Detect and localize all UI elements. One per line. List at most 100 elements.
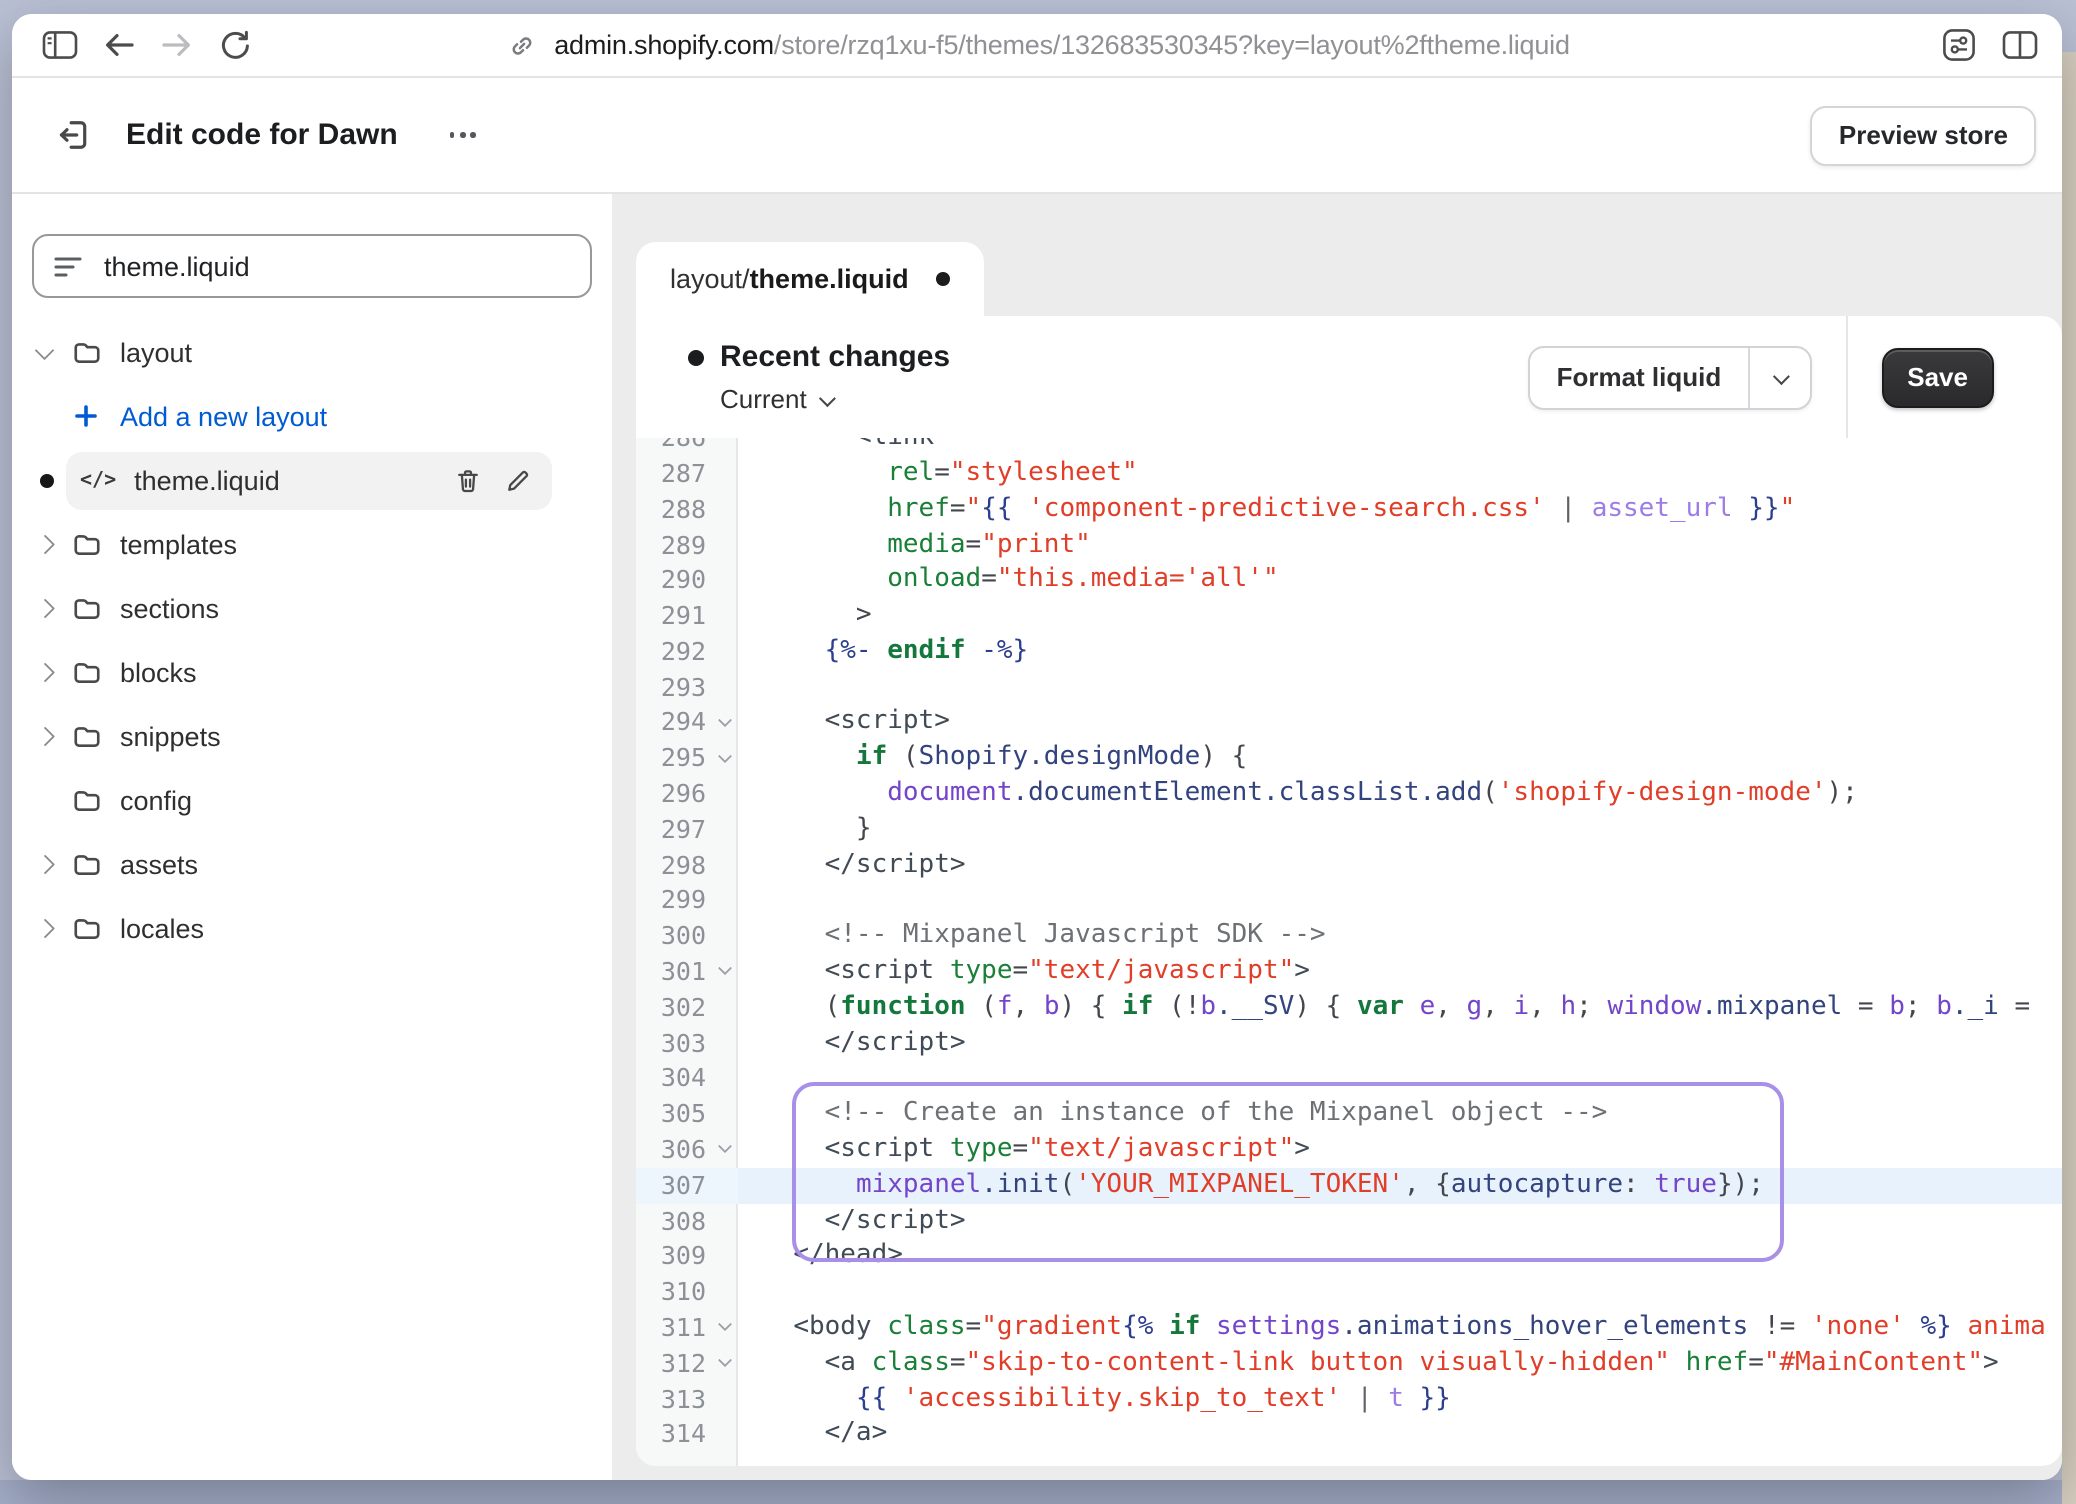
line-number: 301 xyxy=(636,954,710,990)
sidebar-item-theme-liquid[interactable]: </> theme.liquid xyxy=(12,448,612,512)
chevron-right-icon[interactable] xyxy=(32,602,56,615)
code-line[interactable]: 314 </a> xyxy=(636,1417,2062,1453)
code-text: <!-- Create an instance of the Mixpanel … xyxy=(738,1097,2062,1133)
sidebar-item-templates[interactable]: templates xyxy=(12,512,612,576)
sidebar-item-locales[interactable]: locales xyxy=(12,896,612,960)
sidebar-item-layout[interactable]: layout xyxy=(12,320,612,384)
code-line[interactable]: 296 document.documentElement.classList.a… xyxy=(636,776,2062,812)
chevron-down-icon xyxy=(820,389,837,406)
preview-store-button[interactable]: Preview store xyxy=(1811,105,2036,165)
code-line[interactable]: 287 rel="stylesheet" xyxy=(636,456,2062,492)
sidebar-item-assets[interactable]: assets xyxy=(12,832,612,896)
back-icon[interactable] xyxy=(100,27,136,63)
chevron-right-icon[interactable] xyxy=(32,538,56,551)
delete-file-icon[interactable] xyxy=(454,465,482,495)
gutter: 311 xyxy=(636,1310,738,1346)
code-line[interactable]: 290 onload="this.media='all'" xyxy=(636,563,2062,599)
line-number: 302 xyxy=(636,990,710,1026)
code-line[interactable]: 292 {%- endif -%} xyxy=(636,634,2062,670)
code-line[interactable]: 294 <script> xyxy=(636,705,2062,741)
code-text: {%- endif -%} xyxy=(738,634,2062,670)
code-text: </script> xyxy=(738,1025,2062,1061)
code-line[interactable]: 306 <script type="text/javascript"> xyxy=(636,1132,2062,1168)
code-line[interactable]: 307 mixpanel.init('YOUR_MIXPANEL_TOKEN',… xyxy=(636,1168,2062,1204)
fold-toggle-icon[interactable] xyxy=(710,1132,738,1168)
code-text: <script type="text/javascript"> xyxy=(738,954,2062,990)
version-dropdown[interactable]: Current xyxy=(720,384,950,414)
line-number: 288 xyxy=(636,491,710,527)
app-header: Edit code for Dawn Preview store xyxy=(12,78,2062,194)
sidebar-item-config[interactable]: config xyxy=(12,768,612,832)
folder-icon xyxy=(70,785,102,815)
reload-icon[interactable] xyxy=(216,27,252,63)
line-number: 310 xyxy=(636,1274,710,1310)
tab-theme-liquid[interactable]: layout/theme.liquid xyxy=(636,242,985,316)
sidebar-item-blocks[interactable]: blocks xyxy=(12,640,612,704)
chevron-right-icon[interactable] xyxy=(32,666,56,679)
code-line[interactable]: 293 xyxy=(636,669,2062,705)
code-text: </head> xyxy=(738,1239,2062,1275)
code-line[interactable]: 309 </head> xyxy=(636,1239,2062,1275)
sidebar-item-snippets[interactable]: snippets xyxy=(12,704,612,768)
fold-toggle-icon[interactable] xyxy=(710,705,738,741)
code-editor[interactable]: 286 <link287 rel="stylesheet"288 href="{… xyxy=(636,438,2062,1466)
file-search-box[interactable] xyxy=(32,234,592,298)
format-liquid-button[interactable]: Format liquid xyxy=(1529,345,1812,409)
folder-icon xyxy=(70,849,102,879)
extensions-icon[interactable] xyxy=(1940,27,1976,63)
code-line[interactable]: 288 href="{{ 'component-predictive-searc… xyxy=(636,491,2062,527)
code-line[interactable]: 312 <a class="skip-to-content-link butto… xyxy=(636,1346,2062,1382)
code-line[interactable]: 297 } xyxy=(636,812,2062,848)
save-button[interactable]: Save xyxy=(1881,347,1994,407)
code-line[interactable]: 303 </script> xyxy=(636,1025,2062,1061)
line-number: 291 xyxy=(636,598,710,634)
exit-editor-button[interactable] xyxy=(52,113,96,157)
split-view-icon[interactable] xyxy=(2002,27,2038,63)
folder-label: assets xyxy=(120,849,198,879)
code-line[interactable]: 291 > xyxy=(636,598,2062,634)
line-number: 309 xyxy=(636,1239,710,1275)
code-line[interactable]: 301 <script type="text/javascript"> xyxy=(636,954,2062,990)
fold-toggle-icon[interactable] xyxy=(710,954,738,990)
sidebar-item-sections[interactable]: sections xyxy=(12,576,612,640)
edit-file-icon[interactable] xyxy=(504,465,532,495)
content-area: layout Add a new layout </> theme.liqu xyxy=(12,194,2062,1480)
fold-toggle-icon[interactable] xyxy=(710,1310,738,1346)
code-line[interactable]: 310 xyxy=(636,1274,2062,1310)
folder-label: locales xyxy=(120,913,204,943)
chevron-down-icon[interactable] xyxy=(32,346,56,359)
fold-toggle-icon[interactable] xyxy=(710,741,738,777)
format-options-dropdown[interactable] xyxy=(1747,347,1809,407)
code-line[interactable]: 311 <body class="gradient{% if settings.… xyxy=(636,1310,2062,1346)
line-number: 296 xyxy=(636,776,710,812)
chevron-right-icon[interactable] xyxy=(32,730,56,743)
code-line[interactable]: 313 {{ 'accessibility.skip_to_text' | t … xyxy=(636,1381,2062,1417)
sidebar-toggle-icon[interactable] xyxy=(42,27,78,63)
code-line[interactable]: 304 xyxy=(636,1061,2062,1097)
code-line[interactable]: 305 <!-- Create an instance of the Mixpa… xyxy=(636,1097,2062,1133)
address-bar[interactable]: admin.shopify.com/store/rzq1xu-f5/themes… xyxy=(12,27,2062,63)
code-line[interactable]: 302 (function (f, b) { if (!b.__SV) { va… xyxy=(636,990,2062,1026)
search-input[interactable] xyxy=(100,249,508,283)
code-text xyxy=(738,883,2062,919)
code-line[interactable]: 295 if (Shopify.designMode) { xyxy=(636,741,2062,777)
code-line[interactable]: 308 </script> xyxy=(636,1203,2062,1239)
code-line[interactable]: 299 xyxy=(636,883,2062,919)
code-text: <link xyxy=(738,438,2062,456)
code-text: href="{{ 'component-predictive-search.cs… xyxy=(738,491,2062,527)
code-text: <script type="text/javascript"> xyxy=(738,1132,2062,1168)
code-line[interactable]: 289 media="print" xyxy=(636,527,2062,563)
line-number: 297 xyxy=(636,812,710,848)
code-line[interactable]: 286 <link xyxy=(636,438,2062,456)
filter-icon xyxy=(54,255,82,277)
chevron-right-icon[interactable] xyxy=(32,922,56,935)
fold-toggle-icon[interactable] xyxy=(710,1346,738,1382)
code-line[interactable]: 300 <!-- Mixpanel Javascript SDK --> xyxy=(636,919,2062,955)
folder-icon xyxy=(70,913,102,943)
gutter: 309 xyxy=(636,1239,738,1275)
overflow-menu-icon[interactable] xyxy=(442,124,484,145)
code-line[interactable]: 298 </script> xyxy=(636,847,2062,883)
forward-icon[interactable] xyxy=(158,27,194,63)
add-new-layout-button[interactable]: Add a new layout xyxy=(12,384,612,448)
chevron-right-icon[interactable] xyxy=(32,858,56,871)
